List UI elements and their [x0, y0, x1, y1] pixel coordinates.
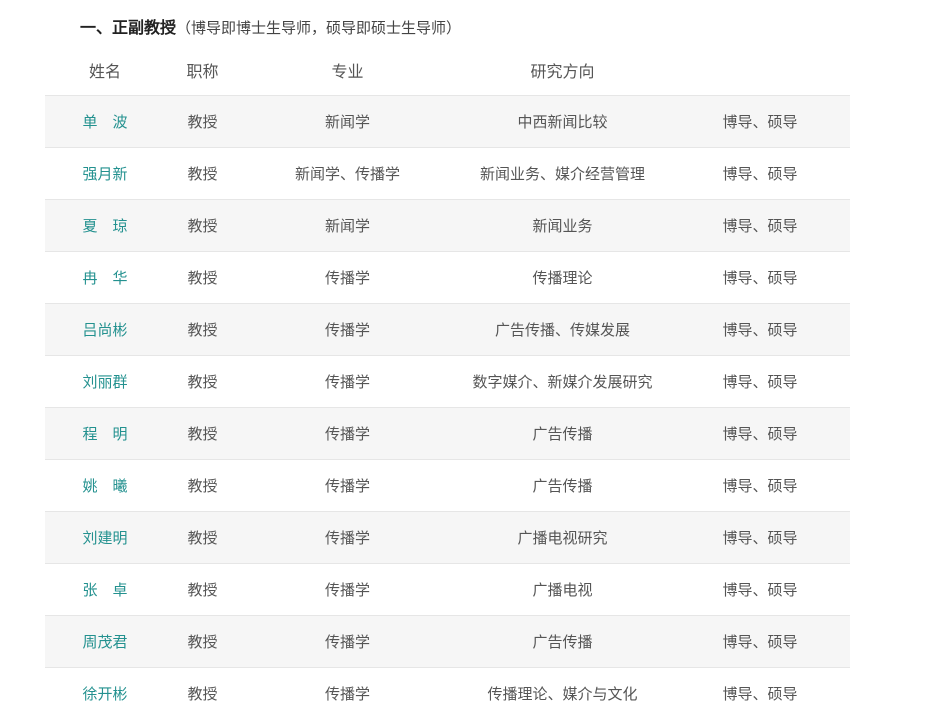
advisor-cell: 博导、硕导 [670, 407, 850, 460]
faculty-name-link[interactable]: 冉 华 [82, 269, 127, 287]
research-cell: 新闻业务 [455, 199, 670, 252]
research-cell: 传播理论 [455, 251, 670, 304]
title-cell: 教授 [165, 251, 240, 304]
faculty-name-link[interactable]: 刘建明 [82, 529, 127, 547]
name-cell: 吕尚彬 [45, 303, 165, 356]
faculty-table: 姓名 职称 专业 研究方向 单 波 教授 新闻学 中西新闻比较 博导、硕导 强月… [45, 44, 850, 719]
name-cell: 刘建明 [45, 511, 165, 564]
major-cell: 传播学 [240, 511, 455, 564]
title-cell: 教授 [165, 459, 240, 512]
table-row: 姚 曦 教授 传播学 广告传播 博导、硕导 [45, 459, 850, 512]
header-title: 职称 [186, 61, 219, 81]
name-cell: 单 波 [45, 95, 165, 148]
faculty-name-link[interactable]: 徐开彬 [82, 685, 127, 703]
name-cell: 周茂君 [45, 615, 165, 668]
advisor-cell: 博导、硕导 [670, 511, 850, 564]
faculty-name-link[interactable]: 刘丽群 [82, 373, 127, 391]
table-header: 姓名 职称 专业 研究方向 [45, 44, 850, 96]
research-cell: 中西新闻比较 [455, 95, 670, 148]
major-cell: 新闻学 [240, 95, 455, 148]
research-cell: 广告传播 [455, 407, 670, 460]
research-cell: 广告传播、传媒发展 [455, 303, 670, 356]
major-cell: 传播学 [240, 251, 455, 304]
table-row: 张 卓 教授 传播学 广播电视 博导、硕导 [45, 563, 850, 616]
title-cell: 教授 [165, 615, 240, 668]
major-cell: 传播学 [240, 459, 455, 512]
title-cell: 教授 [165, 667, 240, 719]
title-cell: 教授 [165, 95, 240, 148]
table-row: 程 明 教授 传播学 广告传播 博导、硕导 [45, 407, 850, 460]
advisor-cell: 博导、硕导 [670, 615, 850, 668]
title-cell: 教授 [165, 147, 240, 200]
section-number: 一、 [80, 18, 113, 37]
title-cell: 教授 [165, 563, 240, 616]
major-cell: 传播学 [240, 615, 455, 668]
title-cell: 教授 [165, 407, 240, 460]
name-cell: 强月新 [45, 147, 165, 200]
table-row: 徐开彬 教授 传播学 传播理论、媒介与文化 博导、硕导 [45, 667, 850, 719]
header-research: 研究方向 [530, 61, 595, 81]
faculty-name-link[interactable]: 单 波 [82, 113, 127, 131]
research-cell: 数字媒介、新媒介发展研究 [455, 355, 670, 408]
faculty-name-link[interactable]: 张 卓 [82, 581, 127, 599]
faculty-name-link[interactable]: 姚 曦 [82, 477, 127, 495]
research-cell: 传播理论、媒介与文化 [455, 667, 670, 719]
advisor-cell: 博导、硕导 [670, 459, 850, 512]
major-cell: 传播学 [240, 303, 455, 356]
research-cell: 广告传播 [455, 615, 670, 668]
advisor-cell: 博导、硕导 [670, 667, 850, 719]
advisor-cell: 博导、硕导 [670, 251, 850, 304]
title-cell: 教授 [165, 355, 240, 408]
research-cell: 广播电视 [455, 563, 670, 616]
table-row: 冉 华 教授 传播学 传播理论 博导、硕导 [45, 251, 850, 304]
table-row: 单 波 教授 新闻学 中西新闻比较 博导、硕导 [45, 95, 850, 148]
name-cell: 姚 曦 [45, 459, 165, 512]
research-cell: 广告传播 [455, 459, 670, 512]
section-title: 正副教授 [112, 18, 177, 37]
major-cell: 新闻学 [240, 199, 455, 252]
table-row: 强月新 教授 新闻学、传播学 新闻业务、媒介经营管理 博导、硕导 [45, 147, 850, 200]
name-cell: 张 卓 [45, 563, 165, 616]
title-cell: 教授 [165, 199, 240, 252]
table-row: 刘丽群 教授 传播学 数字媒介、新媒介发展研究 博导、硕导 [45, 355, 850, 408]
name-cell: 程 明 [45, 407, 165, 460]
advisor-cell: 博导、硕导 [670, 147, 850, 200]
faculty-name-link[interactable]: 程 明 [82, 425, 127, 443]
table-row: 周茂君 教授 传播学 广告传播 博导、硕导 [45, 615, 850, 668]
table-row: 刘建明 教授 传播学 广播电视研究 博导、硕导 [45, 511, 850, 564]
section-heading: 一、正副教授（博导即博士生导师，硕导即硕士生导师） [80, 16, 461, 40]
advisor-cell: 博导、硕导 [670, 563, 850, 616]
major-cell: 传播学 [240, 667, 455, 719]
advisor-cell: 博导、硕导 [670, 355, 850, 408]
name-cell: 冉 华 [45, 251, 165, 304]
table-row: 吕尚彬 教授 传播学 广告传播、传媒发展 博导、硕导 [45, 303, 850, 356]
research-cell: 广播电视研究 [455, 511, 670, 564]
major-cell: 新闻学、传播学 [240, 147, 455, 200]
advisor-cell: 博导、硕导 [670, 303, 850, 356]
section-note: （博导即博士生导师，硕导即硕士生导师） [176, 19, 462, 37]
header-name: 姓名 [88, 61, 121, 81]
advisor-cell: 博导、硕导 [670, 199, 850, 252]
faculty-name-link[interactable]: 夏 琼 [82, 217, 127, 235]
title-cell: 教授 [165, 303, 240, 356]
name-cell: 徐开彬 [45, 667, 165, 719]
table-row: 夏 琼 教授 新闻学 新闻业务 博导、硕导 [45, 199, 850, 252]
header-row: 姓名 职称 专业 研究方向 [45, 44, 850, 96]
major-cell: 传播学 [240, 563, 455, 616]
header-advisor [670, 44, 850, 96]
advisor-cell: 博导、硕导 [670, 95, 850, 148]
faculty-name-link[interactable]: 吕尚彬 [82, 321, 127, 339]
title-cell: 教授 [165, 511, 240, 564]
name-cell: 夏 琼 [45, 199, 165, 252]
table-body: 单 波 教授 新闻学 中西新闻比较 博导、硕导 强月新 教授 新闻学、传播学 新… [45, 95, 850, 719]
faculty-name-link[interactable]: 周茂君 [82, 633, 127, 651]
faculty-name-link[interactable]: 强月新 [82, 165, 127, 183]
major-cell: 传播学 [240, 407, 455, 460]
research-cell: 新闻业务、媒介经营管理 [455, 147, 670, 200]
header-major: 专业 [331, 61, 364, 81]
major-cell: 传播学 [240, 355, 455, 408]
name-cell: 刘丽群 [45, 355, 165, 408]
